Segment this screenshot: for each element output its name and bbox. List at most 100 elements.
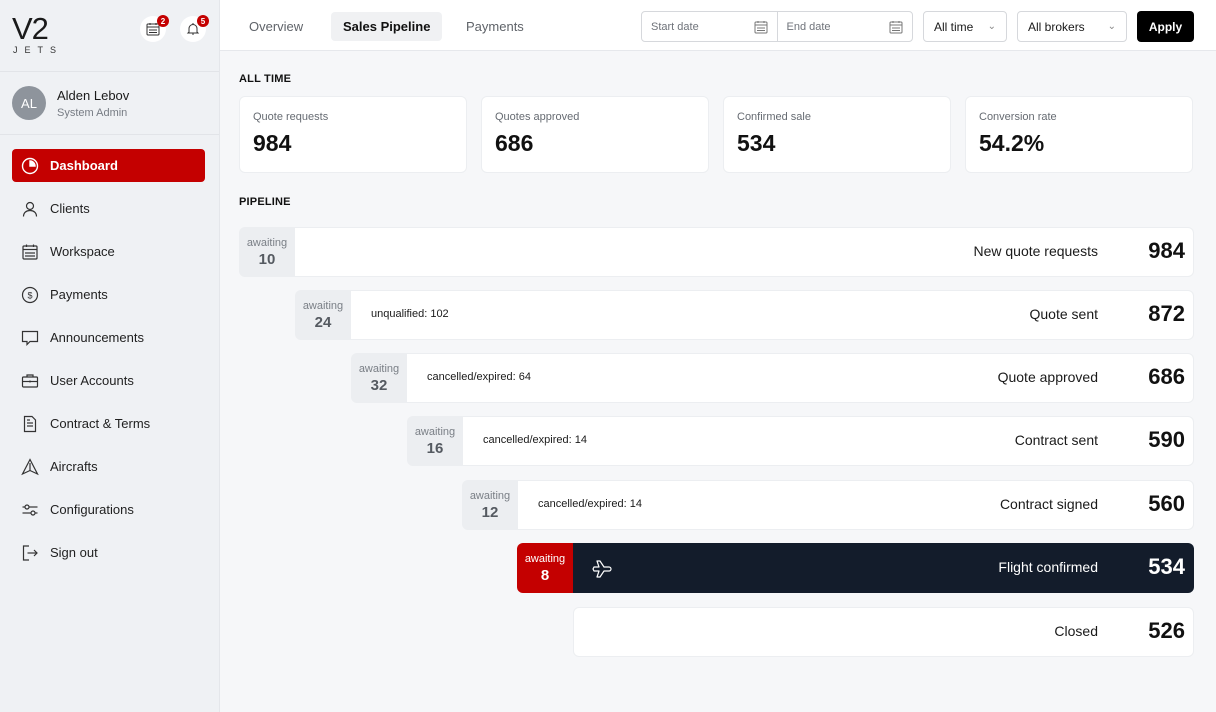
start-date-placeholder: Start date — [651, 20, 699, 33]
sidebar-item-configurations[interactable]: Configurations — [12, 493, 205, 526]
awaiting-box: awaiting 8 — [517, 543, 573, 593]
sidebar-item-payments[interactable]: $ Payments — [12, 278, 205, 311]
stage-bar: Closed 526 — [573, 607, 1194, 657]
sidebar-item-label: User Accounts — [50, 373, 134, 388]
sliders-icon — [21, 501, 39, 519]
aircraft-icon — [21, 457, 39, 476]
bell-badge: 5 — [197, 15, 209, 27]
stage-bar: unqualified: 102 Quote sent 872 — [351, 290, 1194, 340]
logo-main: V2 — [12, 11, 49, 46]
notifications-button[interactable]: 5 — [180, 15, 209, 42]
stat-label: Confirmed sale — [737, 111, 811, 123]
document-icon — [21, 415, 39, 433]
message-icon — [21, 329, 39, 347]
stat-label: Quotes approved — [495, 111, 580, 123]
awaiting-box: awaiting 32 — [351, 353, 407, 403]
user-name: Alden Lebov — [57, 88, 130, 103]
stage-bar: Flight confirmed 534 — [573, 543, 1194, 593]
period-value: All time — [934, 19, 974, 34]
awaiting-label: awaiting — [469, 489, 511, 502]
stage-bar: New quote requests 984 — [295, 227, 1194, 277]
calendar-badge: 2 — [157, 15, 169, 27]
pipeline-stage-quote-sent[interactable]: awaiting 24 unqualified: 102 Quote sent … — [295, 290, 1194, 340]
pipeline-stage-closed[interactable]: Closed 526 — [573, 607, 1194, 657]
stat-value: 686 — [495, 130, 534, 156]
sidebar-item-user-accounts[interactable]: User Accounts — [12, 364, 205, 397]
period-select[interactable]: All time ⌄ — [923, 11, 1007, 42]
sidebar-nav: Dashboard Clients Workspace $ Payments A… — [12, 149, 205, 579]
sidebar-item-workspace[interactable]: Workspace — [12, 235, 205, 268]
top-bar: Overview Sales Pipeline Payments Start d… — [220, 0, 1216, 51]
sidebar-item-label: Workspace — [50, 244, 115, 259]
stage-count: 534 — [1148, 554, 1185, 579]
sidebar-item-label: Clients — [50, 201, 90, 216]
awaiting-label: awaiting — [524, 552, 566, 565]
sidebar-item-dashboard[interactable]: Dashboard — [12, 149, 205, 182]
end-date-placeholder: End date — [786, 20, 831, 33]
sidebar-item-label: Payments — [50, 287, 108, 302]
tab-overview[interactable]: Overview — [237, 12, 315, 41]
stage-count: 872 — [1148, 301, 1185, 326]
dollar-icon: $ — [21, 286, 39, 304]
sidebar-item-aircrafts[interactable]: Aircrafts — [12, 450, 205, 483]
calendar-notifications-button[interactable]: 2 — [140, 15, 169, 42]
sidebar-item-announcements[interactable]: Announcements — [12, 321, 205, 354]
awaiting-label: awaiting — [246, 236, 288, 249]
awaiting-box: awaiting 10 — [239, 227, 295, 277]
awaiting-box: awaiting 16 — [407, 416, 463, 466]
sidebar-item-label: Contract & Terms — [50, 416, 151, 431]
broker-select[interactable]: All brokers ⌄ — [1017, 11, 1127, 42]
stat-value: 54.2% — [979, 130, 1045, 156]
start-date-input[interactable]: Start date — [642, 12, 777, 41]
stage-name: Contract sent — [1014, 432, 1098, 448]
awaiting-box: awaiting 24 — [295, 290, 351, 340]
svg-text:$: $ — [27, 290, 32, 300]
stage-count: 984 — [1148, 238, 1185, 263]
avatar: AL — [12, 86, 46, 120]
stat-card-quote-requests: Quote requests 984 — [239, 96, 467, 173]
apply-button[interactable]: Apply — [1137, 11, 1194, 42]
user-icon — [21, 200, 39, 218]
sidebar-item-contract-terms[interactable]: Contract & Terms — [12, 407, 205, 440]
awaiting-box: awaiting 12 — [462, 480, 518, 530]
end-date-input[interactable]: End date — [776, 12, 913, 41]
pipeline-stage-flight-confirmed[interactable]: awaiting 8 Flight confirmed 534 — [517, 543, 1194, 593]
sidebar-item-sign-out[interactable]: Sign out — [12, 536, 205, 569]
stat-value: 534 — [737, 130, 776, 156]
chevron-down-icon: ⌄ — [1107, 21, 1116, 32]
stage-note: cancelled/expired: 14 — [538, 498, 642, 510]
user-profile[interactable]: AL Alden Lebov System Admin — [0, 72, 219, 135]
awaiting-count: 24 — [314, 313, 332, 331]
sidebar-item-label: Aircrafts — [50, 459, 98, 474]
pipeline-stage-new-quote-requests[interactable]: awaiting 10 New quote requests 984 — [239, 227, 1194, 277]
logo[interactable]: V2 JETS — [12, 11, 72, 55]
pipeline-title: PIPELINE — [239, 196, 291, 208]
chevron-down-icon: ⌄ — [987, 21, 996, 32]
awaiting-count: 10 — [258, 250, 276, 268]
all-time-title: ALL TIME — [239, 73, 292, 85]
tab-payments[interactable]: Payments — [454, 12, 536, 41]
awaiting-count: 8 — [540, 566, 550, 584]
stage-count: 590 — [1148, 427, 1185, 452]
pipeline-stage-contract-signed[interactable]: awaiting 12 cancelled/expired: 14 Contra… — [462, 480, 1194, 530]
stage-name: Closed — [1054, 623, 1098, 639]
stage-note: cancelled/expired: 14 — [483, 434, 587, 446]
pipeline-stage-contract-sent[interactable]: awaiting 16 cancelled/expired: 14 Contra… — [407, 416, 1194, 466]
sidebar-item-clients[interactable]: Clients — [12, 192, 205, 225]
stage-count: 686 — [1148, 364, 1185, 389]
stat-label: Quote requests — [253, 111, 329, 123]
sign-out-icon — [21, 544, 39, 562]
logo-sub: JETS — [13, 45, 64, 55]
brand-header: V2 JETS 2 5 — [0, 0, 219, 72]
airplane-icon — [592, 560, 612, 578]
date-range-picker: Start date End date — [641, 11, 913, 42]
pipeline-stage-quote-approved[interactable]: awaiting 32 cancelled/expired: 64 Quote … — [351, 353, 1194, 403]
stage-name: Contract signed — [999, 496, 1098, 512]
stat-card-confirmed-sale: Confirmed sale 534 — [723, 96, 951, 173]
stage-count: 526 — [1148, 618, 1185, 643]
awaiting-count: 32 — [370, 376, 388, 394]
sidebar: V2 JETS 2 5 AL Alden Lebov System Admin … — [0, 0, 220, 712]
tab-sales-pipeline[interactable]: Sales Pipeline — [331, 12, 443, 41]
awaiting-count: 12 — [481, 503, 499, 521]
briefcase-icon — [21, 372, 39, 390]
